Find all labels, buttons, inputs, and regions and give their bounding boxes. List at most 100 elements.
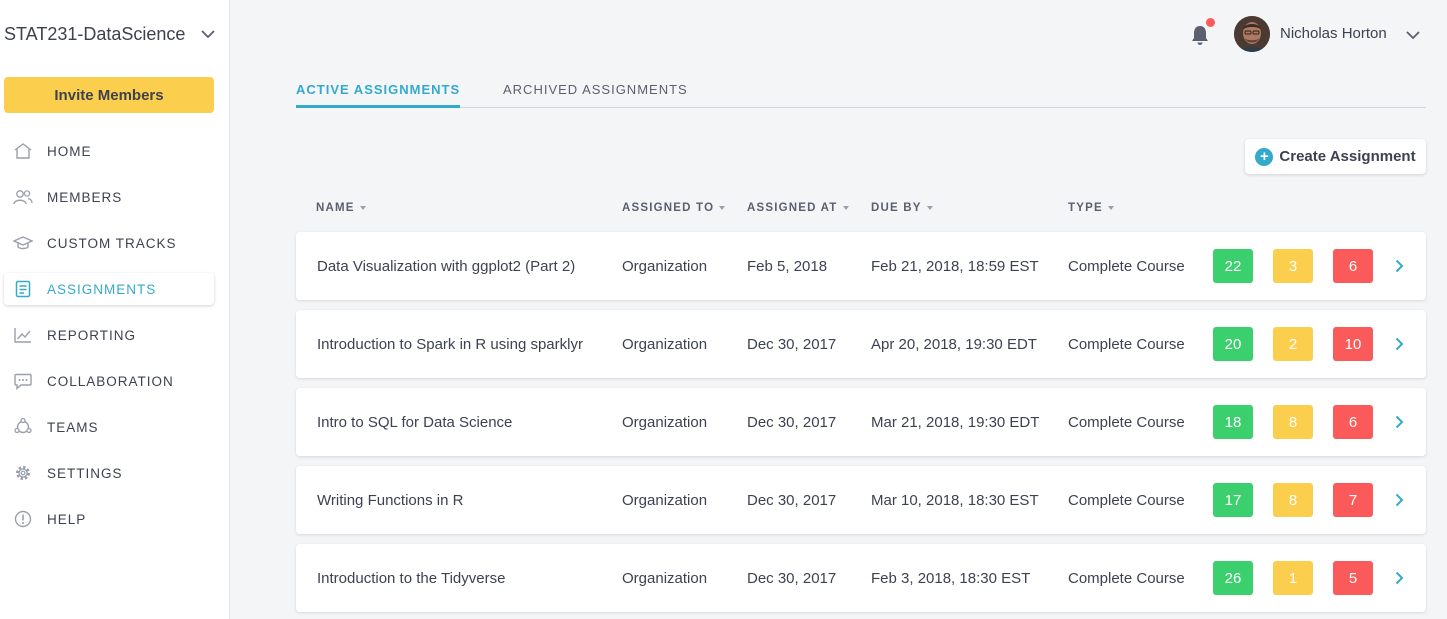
- assigned-at: Dec 30, 2017: [747, 414, 837, 431]
- org-name: STAT231-DataScience: [4, 23, 186, 44]
- sidebar-item-members[interactable]: MEMBERS: [4, 174, 214, 220]
- completed-count-badge: 18: [1213, 405, 1253, 439]
- info-icon: [12, 508, 34, 530]
- assigned-to: Organization: [622, 414, 708, 431]
- plus-circle-icon: +: [1255, 147, 1274, 166]
- in-progress-count-badge: 8: [1273, 405, 1313, 439]
- sidebar-item-label: COLLABORATION: [47, 373, 174, 389]
- assignment-type: Complete Course: [1068, 570, 1185, 587]
- sort-caret-icon: [359, 206, 366, 210]
- completed-count-badge: 20: [1213, 327, 1253, 361]
- sidebar: STAT231-DataScience Invite Members HOME …: [0, 0, 230, 619]
- sort-caret-icon: [926, 206, 933, 210]
- sidebar-item-reporting[interactable]: REPORTING: [4, 312, 214, 358]
- sidebar-item-label: HELP: [47, 511, 87, 527]
- in-progress-count-badge: 3: [1273, 249, 1313, 283]
- org-switcher[interactable]: STAT231-DataScience: [4, 22, 218, 46]
- sidebar-item-label: CUSTOM TRACKS: [47, 235, 177, 251]
- in-progress-count-badge: 8: [1273, 483, 1313, 517]
- tab-active-assignments[interactable]: ACTIVE ASSIGNMENTS: [296, 82, 461, 108]
- notification-dot: [1206, 18, 1215, 27]
- assigned-at: Feb 5, 2018: [747, 258, 828, 275]
- assigned-to: Organization: [622, 570, 708, 587]
- home-icon: [12, 140, 34, 162]
- due-by: Apr 20, 2018, 19:30 EDT: [871, 336, 1037, 353]
- create-assignment-button[interactable]: + Create Assignment: [1245, 139, 1426, 174]
- assignments-list: Data Visualization with ggplot2 (Part 2)…: [296, 232, 1426, 619]
- completed-count-badge: 22: [1213, 249, 1253, 283]
- not-started-count-badge: 6: [1333, 405, 1373, 439]
- column-header-type[interactable]: TYPE: [1068, 202, 1114, 214]
- chat-icon: [12, 370, 34, 392]
- sidebar-item-home[interactable]: HOME: [4, 128, 214, 174]
- clipboard-icon: [12, 278, 34, 300]
- not-started-count-badge: 7: [1333, 483, 1373, 517]
- assignment-name: Data Visualization with ggplot2 (Part 2): [317, 258, 576, 275]
- sidebar-item-label: SETTINGS: [47, 465, 123, 481]
- invite-members-button[interactable]: Invite Members: [4, 77, 214, 113]
- table-row[interactable]: Writing Functions in R Organization Dec …: [296, 466, 1426, 534]
- column-header-assigned-at[interactable]: ASSIGNED AT: [747, 202, 849, 214]
- chevron-down-icon[interactable]: [1403, 26, 1423, 44]
- sidebar-item-teams[interactable]: TEAMS: [4, 404, 214, 450]
- not-started-count-badge: 6: [1333, 249, 1373, 283]
- sidebar-item-label: MEMBERS: [47, 189, 123, 205]
- chevron-down-icon: [198, 24, 218, 44]
- user-name[interactable]: Nicholas Horton: [1280, 25, 1387, 42]
- assignment-tabs: ACTIVE ASSIGNMENTS ARCHIVED ASSIGNMENTS: [296, 78, 1426, 108]
- not-started-count-badge: 10: [1333, 327, 1373, 361]
- assignment-type: Complete Course: [1068, 336, 1185, 353]
- due-by: Feb 21, 2018, 18:59 EST: [871, 258, 1039, 275]
- line-chart-icon: [12, 324, 34, 346]
- sidebar-item-label: REPORTING: [47, 327, 137, 343]
- chevron-right-icon[interactable]: [1392, 569, 1406, 587]
- sidebar-item-collaboration[interactable]: COLLABORATION: [4, 358, 214, 404]
- table-row[interactable]: Introduction to the Tidyverse Organizati…: [296, 544, 1426, 612]
- assigned-at: Dec 30, 2017: [747, 492, 837, 509]
- table-header: NAME ASSIGNED TO ASSIGNED AT DUE BY TYPE: [296, 200, 1426, 220]
- sidebar-item-assignments[interactable]: ASSIGNMENTS: [4, 273, 214, 305]
- assignment-type: Complete Course: [1068, 414, 1185, 431]
- completed-count-badge: 17: [1213, 483, 1253, 517]
- sort-caret-icon: [842, 206, 849, 210]
- assignment-name: Introduction to Spark in R using sparkly…: [317, 336, 583, 353]
- assignment-type: Complete Course: [1068, 492, 1185, 509]
- due-by: Feb 3, 2018, 18:30 EST: [871, 570, 1031, 587]
- tab-archived-assignments[interactable]: ARCHIVED ASSIGNMENTS: [503, 82, 688, 107]
- sidebar-item-label: TEAMS: [47, 419, 99, 435]
- not-started-count-badge: 5: [1333, 561, 1373, 595]
- chevron-right-icon[interactable]: [1392, 335, 1406, 353]
- sidebar-item-help[interactable]: HELP: [4, 496, 214, 542]
- chevron-right-icon[interactable]: [1392, 413, 1406, 431]
- completed-count-badge: 26: [1213, 561, 1253, 595]
- assignment-name: Introduction to the Tidyverse: [317, 570, 506, 587]
- in-progress-count-badge: 2: [1273, 327, 1313, 361]
- assigned-to: Organization: [622, 336, 708, 353]
- assigned-to: Organization: [622, 258, 708, 275]
- sidebar-item-settings[interactable]: SETTINGS: [4, 450, 214, 496]
- assigned-to: Organization: [622, 492, 708, 509]
- assigned-at: Dec 30, 2017: [747, 336, 837, 353]
- sidebar-item-label: HOME: [47, 143, 92, 159]
- assigned-at: Dec 30, 2017: [747, 570, 837, 587]
- avatar[interactable]: [1234, 16, 1270, 52]
- column-header-assigned-to[interactable]: ASSIGNED TO: [622, 202, 726, 214]
- assignment-name: Intro to SQL for Data Science: [317, 414, 513, 431]
- due-by: Mar 10, 2018, 18:30 EST: [871, 492, 1039, 509]
- teams-icon: [12, 416, 34, 438]
- sidebar-item-custom-tracks[interactable]: CUSTOM TRACKS: [4, 220, 214, 266]
- sidebar-nav: HOME MEMBERS CUSTOM TRACKS ASSIGNMENTS R…: [4, 128, 214, 542]
- table-row[interactable]: Data Visualization with ggplot2 (Part 2)…: [296, 232, 1426, 300]
- chevron-right-icon[interactable]: [1392, 257, 1406, 275]
- column-header-due-by[interactable]: DUE BY: [871, 202, 933, 214]
- sort-caret-icon: [1107, 206, 1114, 210]
- chevron-right-icon[interactable]: [1392, 491, 1406, 509]
- column-header-name[interactable]: NAME: [316, 202, 366, 214]
- create-assignment-label: Create Assignment: [1279, 148, 1416, 165]
- due-by: Mar 21, 2018, 19:30 EDT: [871, 414, 1040, 431]
- table-row[interactable]: Introduction to Spark in R using sparkly…: [296, 310, 1426, 378]
- members-icon: [12, 186, 34, 208]
- assignment-type: Complete Course: [1068, 258, 1185, 275]
- table-row[interactable]: Intro to SQL for Data Science Organizati…: [296, 388, 1426, 456]
- in-progress-count-badge: 1: [1273, 561, 1313, 595]
